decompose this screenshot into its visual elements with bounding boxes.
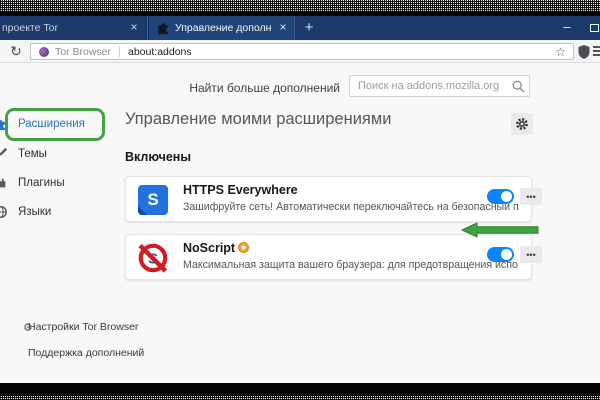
- tab-bar: проекте Tor × Управление дополнениями × …: [0, 16, 600, 40]
- extension-description: Зашифруйте сеть! Автоматически переключа…: [183, 201, 518, 213]
- tab-addons-manager[interactable]: Управление дополнениями ×: [149, 16, 295, 40]
- extension-card-noscript[interactable]: S NoScript Максимальная защита вашего бр…: [125, 234, 532, 280]
- globe-icon: [0, 205, 8, 219]
- plugin-icon: [0, 176, 8, 190]
- sidebar-item-languages[interactable]: Языки: [0, 204, 112, 224]
- sidebar-item-themes[interactable]: Темы: [0, 146, 112, 166]
- tools-for-all-addons-button[interactable]: [511, 113, 533, 135]
- addons-puzzle-icon: [156, 20, 171, 35]
- extension-name[interactable]: NoScript: [183, 241, 235, 255]
- close-tab-icon[interactable]: ×: [126, 20, 142, 36]
- maximize-icon[interactable]: [590, 24, 599, 32]
- toggle-knob: [501, 249, 512, 260]
- bookmark-star-icon[interactable]: ☆: [555, 45, 566, 59]
- window-bottom-border: [0, 383, 600, 396]
- tab-title: проекте Tor: [2, 22, 58, 34]
- close-tab-icon[interactable]: ×: [275, 20, 291, 36]
- sidebar-item-addon-support[interactable]: Поддержка дополнений: [28, 347, 144, 359]
- enable-toggle[interactable]: [487, 247, 514, 262]
- desktop-background-bottom: [0, 396, 600, 400]
- new-tab-button[interactable]: +: [300, 19, 318, 37]
- toggle-knob: [501, 191, 512, 202]
- menu-hamburger-icon[interactable]: [593, 46, 600, 48]
- recommended-badge-icon: [238, 242, 249, 253]
- more-options-icon[interactable]: •••: [520, 246, 542, 263]
- urlbar-divider: [119, 46, 120, 57]
- browser-window: проекте Tor × Управление дополнениями × …: [0, 0, 600, 400]
- https-everywhere-icon: S: [138, 185, 168, 215]
- tor-onion-icon[interactable]: [39, 47, 49, 57]
- url-text[interactable]: about:addons: [128, 46, 192, 58]
- desktop-background-top: [0, 0, 600, 12]
- reload-icon[interactable]: ↻: [7, 42, 25, 60]
- sidebar-item-tor-settings[interactable]: ⚙ Настройки Tor Browser: [28, 321, 138, 333]
- gear-icon: [515, 117, 529, 131]
- noscript-icon: S: [138, 243, 168, 273]
- extension-description: Максимальная защита вашего браузера: для…: [183, 259, 518, 271]
- extension-card-https-everywhere[interactable]: S HTTPS Everywhere Зашифруйте сеть! Авто…: [125, 176, 532, 222]
- page-title: Управление моими расширениями: [125, 110, 391, 129]
- addons-search-input[interactable]: [349, 75, 530, 97]
- paintbrush-icon: [0, 147, 8, 161]
- more-options-icon[interactable]: •••: [520, 188, 542, 205]
- annotation-arrow: [460, 221, 540, 239]
- url-bar[interactable]: Tor Browser about:addons ☆: [30, 43, 574, 60]
- find-more-addons-label: Найти больше дополнений: [0, 81, 340, 95]
- tab-tor-project[interactable]: проекте Tor ×: [0, 16, 148, 40]
- minimize-button[interactable]: –: [556, 18, 578, 38]
- search-icon: [512, 80, 525, 93]
- sidebar-item-plugins[interactable]: Плагины: [0, 175, 112, 195]
- extension-name[interactable]: HTTPS Everywhere: [183, 183, 298, 197]
- navigation-toolbar: ↻ Tor Browser about:addons ☆: [0, 40, 600, 63]
- tor-browser-label: Tor Browser: [55, 46, 111, 58]
- enabled-section-header: Включены: [125, 150, 191, 164]
- annotation-highlight-box: [5, 108, 105, 141]
- shield-icon[interactable]: [578, 45, 590, 59]
- addons-page: Найти больше дополнений Расширения Темы …: [0, 63, 600, 383]
- tab-title: Управление дополнениями: [175, 22, 271, 34]
- gear-icon: ⚙: [23, 321, 35, 333]
- enable-toggle[interactable]: [487, 189, 514, 204]
